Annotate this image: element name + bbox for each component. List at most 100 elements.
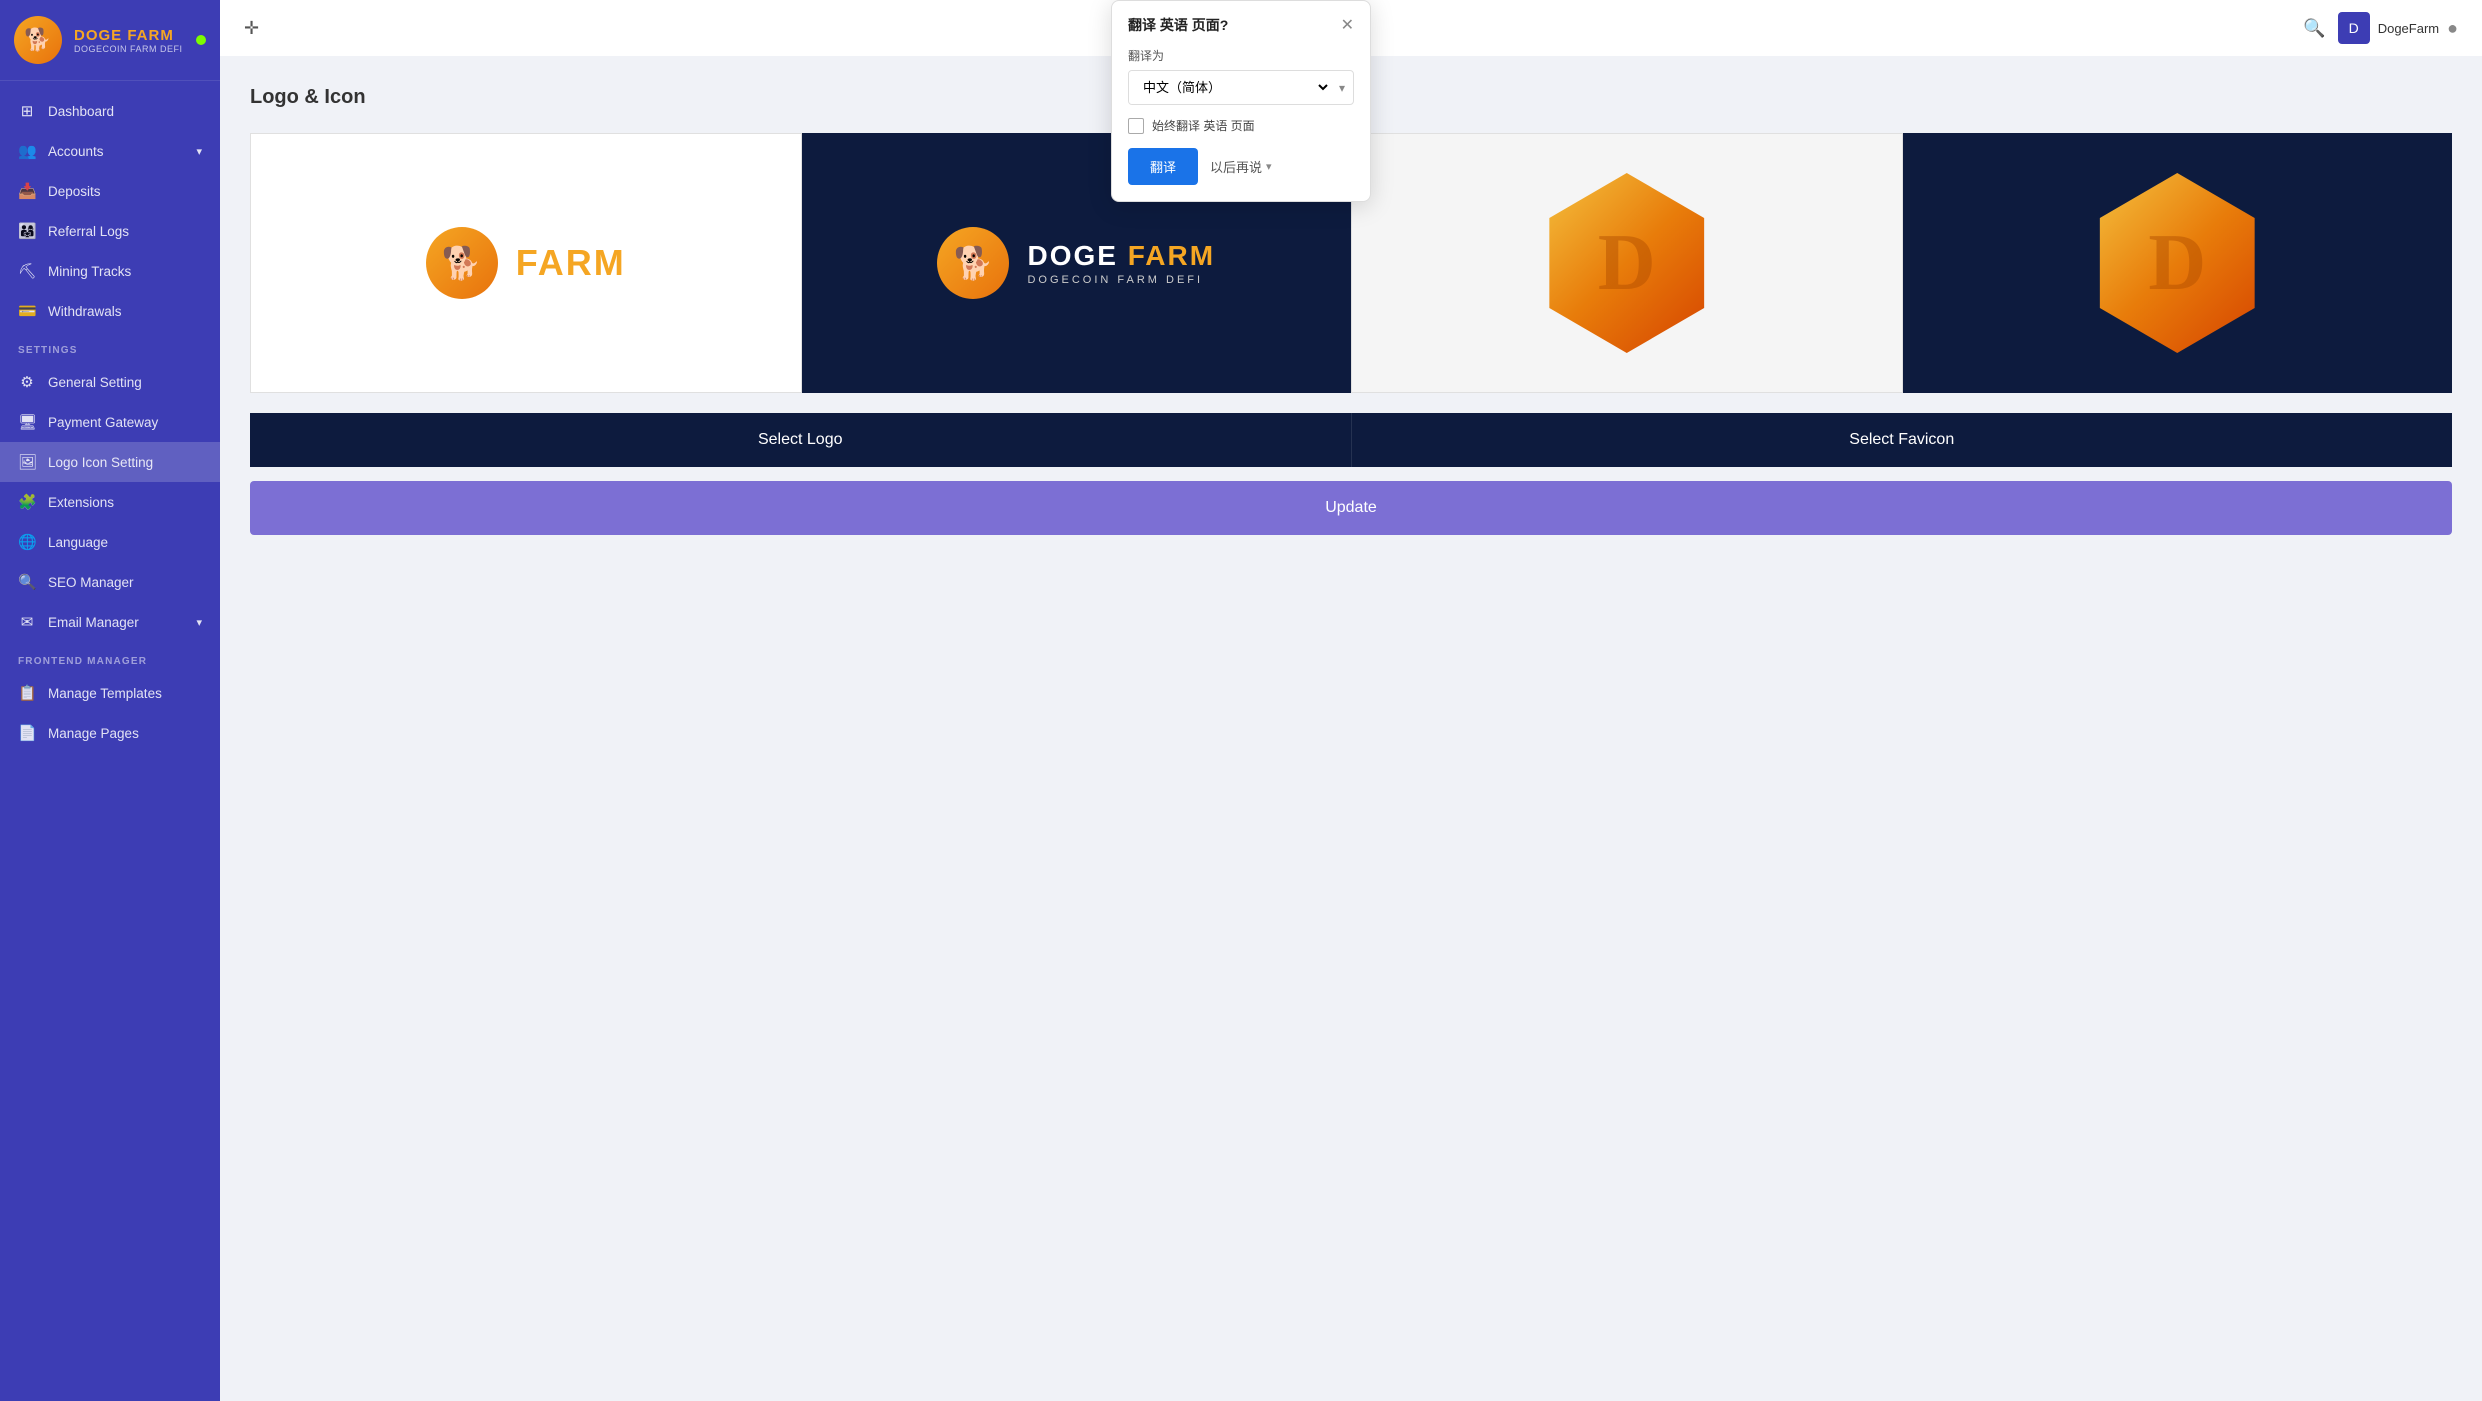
sidebar-item-label: Accounts	[48, 144, 104, 159]
sidebar-item-logo-icon-setting[interactable]: 🖼 Logo Icon Setting	[0, 442, 220, 482]
dashboard-icon: ⊞	[18, 102, 36, 120]
payment-icon: 🖥	[18, 413, 36, 431]
sidebar-item-referral-logs[interactable]: 👨‍👩‍👧 Referral Logs	[0, 211, 220, 251]
sidebar-item-label: Mining Tracks	[48, 264, 131, 279]
brand-text: DOGE FARM DOGECOIN FARM DEFI	[74, 27, 183, 54]
language-select[interactable]: 中文（简体） English 日本語 한국어	[1129, 71, 1331, 104]
select-logo-button[interactable]: Select Logo	[250, 413, 1351, 467]
logo-farm-dark-text: FARM	[1128, 240, 1215, 271]
sidebar-item-manage-pages[interactable]: 📄 Manage Pages	[0, 713, 220, 753]
deposits-icon: 📥	[18, 182, 36, 200]
content-area: Logo & Icon 🐕 FARM 🐕 DOGE FARM D	[220, 56, 2482, 1401]
language-select-row: 中文（简体） English 日本語 한국어 ▾	[1128, 70, 1354, 105]
sidebar: 🐕 DOGE FARM DOGECOIN FARM DEFI ⊞ Dashboa…	[0, 0, 220, 1401]
brand-title: DOGE FARM	[74, 27, 183, 44]
status-dot	[196, 35, 206, 45]
brand-title-white: DOGE	[74, 27, 127, 44]
coin-hexagon-dark: D	[2087, 173, 2267, 353]
sidebar-item-extensions[interactable]: 🧩 Extensions	[0, 482, 220, 522]
main-area: ✛ 🔍 D DogeFarm ● Logo & Icon 🐕 FARM	[220, 0, 2482, 1401]
logo-doge-text: DOGE	[1027, 240, 1127, 271]
sidebar-item-label: Email Manager	[48, 615, 139, 630]
email-icon: ✉	[18, 613, 36, 631]
user-name: DogeFarm	[2378, 21, 2439, 36]
logo-dark-title-row: DOGE FARM	[1027, 240, 1215, 272]
pages-icon: 📄	[18, 724, 36, 742]
gear-icon: ⚙	[18, 373, 36, 391]
sidebar-item-label: Dashboard	[48, 104, 114, 119]
brand-logo: 🐕	[14, 16, 62, 64]
withdrawals-icon: 💳	[18, 302, 36, 320]
logo-card-inner: 🐕 FARM	[426, 227, 626, 299]
user-avatar: D	[2338, 12, 2370, 44]
user-status-dot: ●	[2447, 18, 2458, 39]
extensions-icon: 🧩	[18, 493, 36, 511]
brand-logo-emoji: 🐕	[24, 27, 51, 53]
logo-card-light-icon: D	[1351, 133, 1903, 393]
sidebar-item-label: Logo Icon Setting	[48, 455, 153, 470]
brand-subtitle: DOGECOIN FARM DEFI	[74, 44, 183, 54]
popup-close-button[interactable]: ✕	[1341, 15, 1354, 35]
sidebar-item-label: Payment Gateway	[48, 415, 158, 430]
logo-farm-text: FARM	[516, 242, 626, 284]
sidebar-item-payment-gateway[interactable]: 🖥 Payment Gateway	[0, 402, 220, 442]
logo-icon: 🖼	[18, 453, 36, 471]
update-button[interactable]: Update	[250, 481, 2452, 535]
expand-icon[interactable]: ✛	[244, 18, 259, 39]
frontend-section-label: FRONTEND MANAGER	[0, 642, 220, 673]
sidebar-item-label: Deposits	[48, 184, 101, 199]
always-translate-label: 始终翻译 英语 页面	[1152, 117, 1255, 134]
brand-title-orange: FARM	[127, 27, 174, 44]
translate-later-button[interactable]: 以后再说 ▾	[1198, 148, 1284, 185]
logo-dark-inner: 🐕 DOGE FARM DOGECOIN FARM DEFI	[937, 227, 1215, 299]
sidebar-item-mining-tracks[interactable]: ⛏ Mining Tracks	[0, 251, 220, 291]
sidebar-item-language[interactable]: 🌐 Language	[0, 522, 220, 562]
popup-actions: 翻译 以后再说 ▾	[1128, 148, 1354, 185]
coin-letter-dark: D	[2148, 218, 2206, 309]
coin-letter: D	[1598, 218, 1656, 309]
sidebar-item-deposits[interactable]: 📥 Deposits	[0, 171, 220, 211]
user-avatar-text: D	[2349, 20, 2359, 36]
sidebar-item-label: Referral Logs	[48, 224, 129, 239]
topbar-user: D DogeFarm ●	[2338, 12, 2458, 44]
sidebar-item-label: General Setting	[48, 375, 142, 390]
sidebar-nav: ⊞ Dashboard 👥 Accounts ▾ 📥 Deposits 👨‍👩‍…	[0, 81, 220, 1401]
sidebar-item-label: Language	[48, 535, 108, 550]
always-translate-row: 始终翻译 英语 页面	[1128, 117, 1354, 134]
sidebar-item-label: Withdrawals	[48, 304, 122, 319]
translation-popup: 翻译 英语 页面? ✕ 翻译为 中文（简体） English 日本語 한국어 ▾…	[1111, 0, 1371, 202]
translate-to-label: 翻译为	[1128, 47, 1354, 64]
mining-icon: ⛏	[18, 262, 36, 280]
sidebar-item-email-manager[interactable]: ✉ Email Manager ▾	[0, 602, 220, 642]
later-chevron-icon: ▾	[1266, 160, 1272, 173]
sidebar-item-withdrawals[interactable]: 💳 Withdrawals	[0, 291, 220, 331]
always-translate-checkbox[interactable]	[1128, 118, 1144, 134]
sidebar-item-dashboard[interactable]: ⊞ Dashboard	[0, 91, 220, 131]
sidebar-item-manage-templates[interactable]: 📋 Manage Templates	[0, 673, 220, 713]
logo-coin-light: 🐕	[426, 227, 498, 299]
logo-subtitle-text: DOGECOIN FARM DEFI	[1027, 274, 1215, 286]
templates-icon: 📋	[18, 684, 36, 702]
sidebar-item-seo-manager[interactable]: 🔍 SEO Manager	[0, 562, 220, 602]
coin-hexagon-light: D	[1537, 173, 1717, 353]
sidebar-header: 🐕 DOGE FARM DOGECOIN FARM DEFI	[0, 0, 220, 81]
translate-button[interactable]: 翻译	[1128, 148, 1198, 185]
search-icon[interactable]: 🔍	[2303, 18, 2325, 39]
language-icon: 🌐	[18, 533, 36, 551]
sidebar-item-accounts[interactable]: 👥 Accounts ▾	[0, 131, 220, 171]
sidebar-item-general-setting[interactable]: ⚙ General Setting	[0, 362, 220, 402]
logo-card-light-text: 🐕 FARM	[250, 133, 802, 393]
seo-icon: 🔍	[18, 573, 36, 591]
chevron-down-icon: ▾	[196, 145, 202, 158]
settings-section-label: SETTINGS	[0, 331, 220, 362]
popup-header: 翻译 英语 页面? ✕	[1128, 15, 1354, 35]
logo-dark-text-block: DOGE FARM DOGECOIN FARM DEFI	[1027, 240, 1215, 286]
sidebar-item-label: SEO Manager	[48, 575, 134, 590]
logo-action-buttons: Select Logo Select Favicon	[250, 413, 2452, 467]
sidebar-item-label: Extensions	[48, 495, 114, 510]
select-favicon-button[interactable]: Select Favicon	[1351, 413, 2453, 467]
sidebar-item-label: Manage Pages	[48, 726, 139, 741]
logo-coin-dark: 🐕	[937, 227, 1009, 299]
chevron-down-icon: ▾	[196, 616, 202, 629]
logo-card-dark-icon: D	[1903, 133, 2453, 393]
